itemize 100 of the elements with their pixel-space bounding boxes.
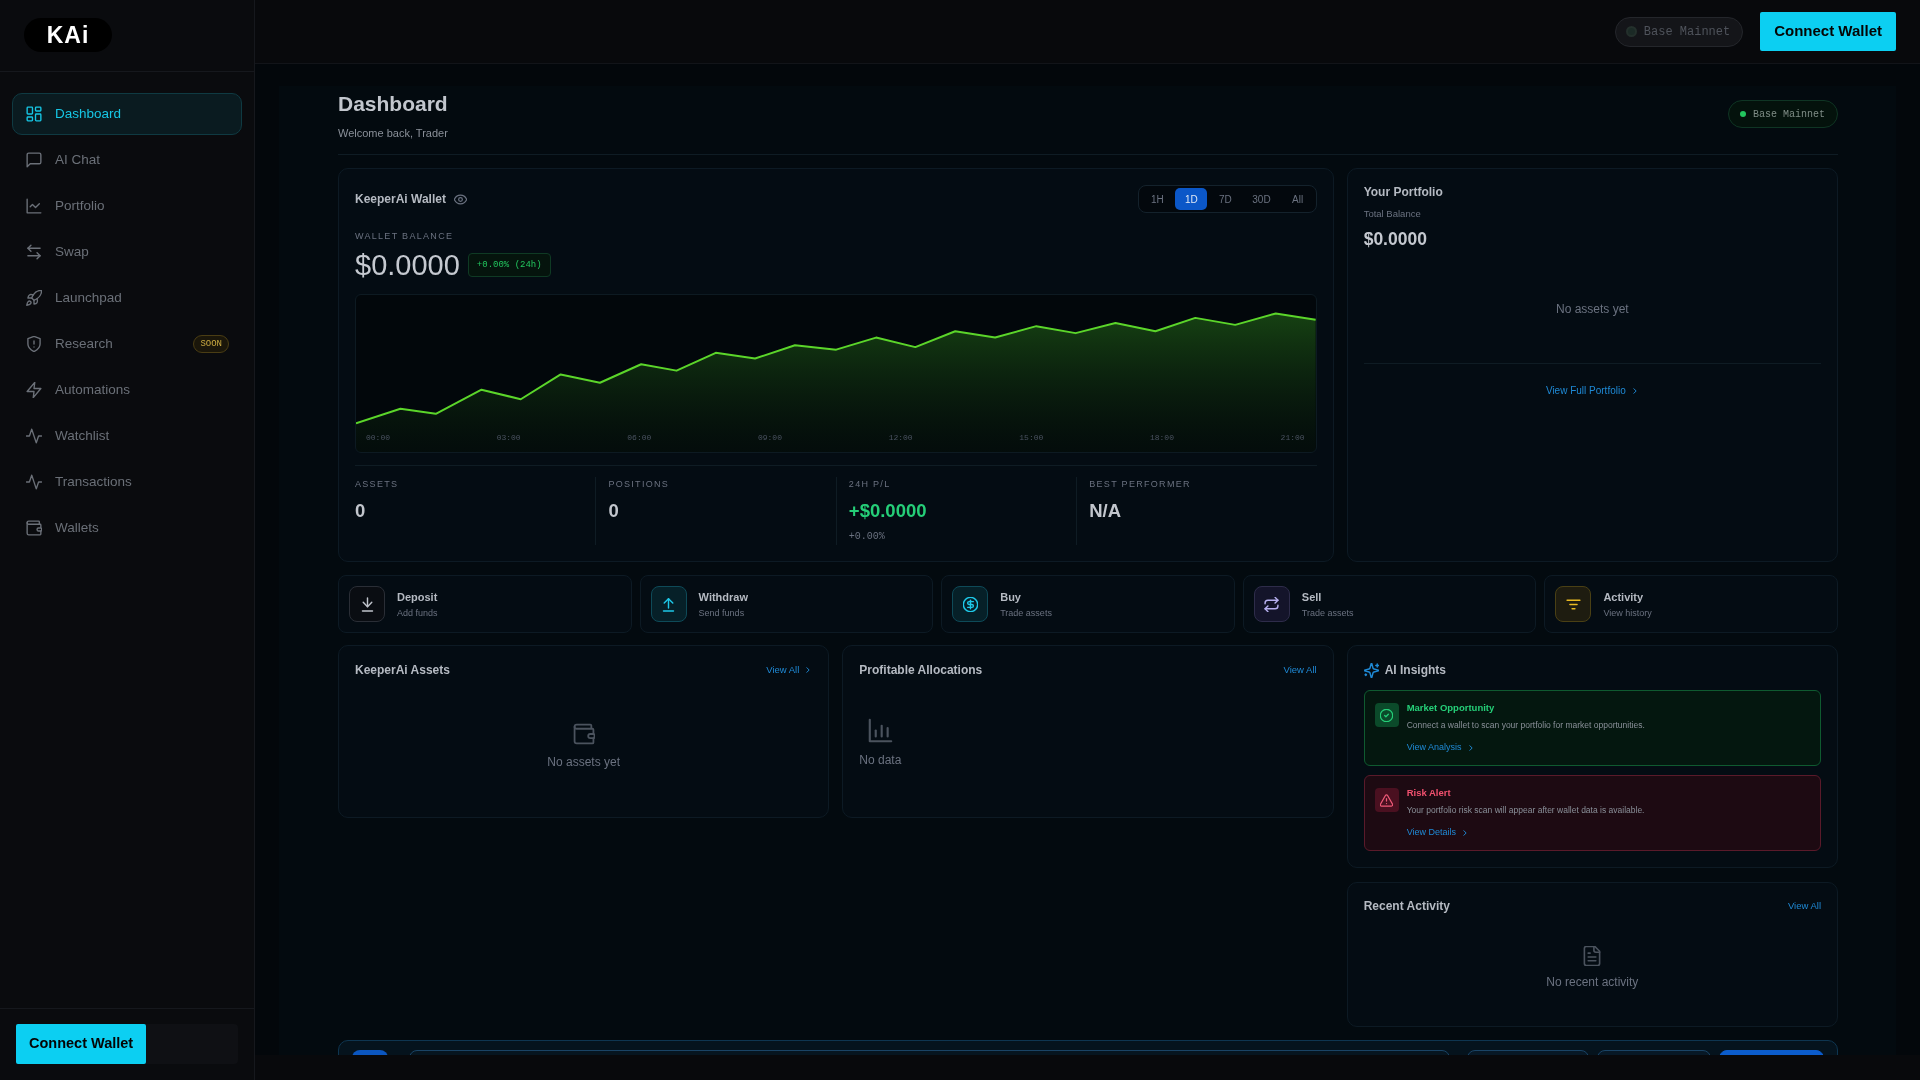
chevron-right-icon (1466, 743, 1475, 752)
lightning-icon (26, 382, 42, 398)
status-dot-icon (1740, 111, 1746, 117)
stat-value: N/A (1089, 499, 1123, 523)
action-subtitle: Trade assets (1301, 606, 1354, 619)
action-title: Withdraw (698, 589, 748, 604)
nav-item[interactable]: AI Chat (12, 139, 242, 181)
action-subtitle: View history (1603, 606, 1652, 619)
nav-item[interactable]: Transactions (12, 461, 242, 503)
insight-title: Market Opportunity (1406, 701, 1496, 715)
action-subtitle: Add funds (397, 606, 438, 619)
nav-item[interactable]: Swap (12, 231, 242, 273)
range-tab[interactable]: 7D (1209, 188, 1242, 210)
time-label: 12:00 (888, 432, 913, 444)
connect-wallet-button[interactable]: Connect Wallet (16, 1024, 147, 1064)
arrows-icon (26, 244, 42, 260)
range-tab[interactable]: All (1281, 188, 1314, 210)
range-tab[interactable]: 1H (1141, 188, 1174, 210)
nav-item[interactable]: Wallets (12, 507, 242, 549)
card-title: AI Insights (1384, 662, 1446, 679)
stat-label: BEST PERFORMER (1089, 478, 1192, 490)
view-all-link[interactable]: View All (1787, 899, 1821, 913)
time-label: 00:00 (366, 432, 390, 444)
eye-icon[interactable] (453, 192, 467, 206)
time-label: 15:00 (1019, 432, 1044, 444)
connect-wallet-button[interactable]: Connect Wallet (1760, 12, 1896, 51)
change-badge: +0.00% (24h) (467, 253, 551, 277)
nav-item[interactable]: Dashboard (12, 93, 242, 135)
view-all-link[interactable]: View All (1283, 663, 1317, 677)
action-title: Sell (1301, 589, 1323, 604)
action-card[interactable]: Buy Trade assets (941, 575, 1235, 633)
empty-message: No assets yet (1555, 302, 1629, 316)
empty-message: No data (859, 752, 902, 769)
action-card[interactable]: Withdraw Send funds (639, 575, 934, 633)
insight-link[interactable]: View Analysis (1406, 741, 1475, 754)
empty-message: No recent activity (1546, 974, 1639, 991)
card-title: KeeperAi Wallet (355, 191, 446, 208)
line-chart-icon (26, 198, 42, 214)
range-tab[interactable]: 30D (1243, 188, 1280, 210)
download-icon (349, 586, 385, 622)
network-name: Base Mainnet (1753, 107, 1825, 122)
stat-value: +$0.0000 (848, 499, 928, 523)
upload-icon (650, 586, 687, 622)
stat-change: +0.00% (848, 530, 886, 544)
nav-item[interactable]: Portfolio (12, 185, 242, 227)
card-title: Profitable Allocations (859, 662, 983, 679)
nav-item[interactable]: Automations (12, 369, 242, 411)
chevron-right-icon (804, 666, 813, 674)
bar-chart-icon (867, 718, 893, 743)
card-title: Recent Activity (1363, 898, 1450, 915)
stat-label: POSITIONS (608, 478, 671, 490)
sparkle-icon (1363, 662, 1379, 678)
balance-amount: $0.0000 (355, 248, 460, 283)
chevron-right-icon (1461, 828, 1469, 837)
stat-value: 0 (608, 499, 620, 523)
view-all-link[interactable]: View All (766, 663, 813, 677)
action-title: Buy (1000, 589, 1022, 604)
action-subtitle: Trade assets (1000, 606, 1052, 619)
logo: KAi (24, 18, 112, 52)
action-card[interactable]: Sell Trade assets (1242, 575, 1537, 633)
status-dot-icon (1625, 26, 1637, 37)
dollar-coin-icon (952, 586, 989, 622)
shield-icon (26, 336, 42, 352)
rocket-icon (26, 290, 42, 306)
card-title: KeeperAi Assets (355, 662, 450, 679)
action-title: Activity (1603, 589, 1645, 604)
stat-label: 24H P/L (848, 478, 892, 490)
feature-badge: SOON (193, 335, 229, 353)
wallet-icon (572, 723, 595, 745)
action-subtitle: Send funds (698, 606, 746, 619)
nav-item[interactable]: Watchlist (12, 415, 242, 457)
view-portfolio-link[interactable]: View Full Portfolio (1545, 384, 1639, 398)
balance-amount: $0.0000 (1363, 228, 1428, 251)
nav-item[interactable]: Launchpad (12, 277, 242, 319)
stat-value: 0 (355, 499, 367, 523)
network-name: Base Mainnet (1643, 23, 1731, 41)
grid-icon (26, 106, 42, 122)
insight-title: Risk Alert (1406, 786, 1452, 800)
chat-bubble-icon (26, 152, 42, 168)
time-label: 18:00 (1149, 432, 1174, 444)
document-icon (1582, 946, 1603, 966)
action-title: Deposit (397, 589, 438, 604)
page-title: Dashboard (338, 91, 448, 117)
range-tab[interactable]: 1D (1175, 188, 1208, 210)
nav-item[interactable]: Research SOON (12, 323, 242, 365)
swap-arrows-icon (1253, 586, 1290, 622)
filter-lines-icon (1555, 586, 1592, 622)
time-label: 03:00 (496, 432, 521, 444)
insight-text: Connect a wallet to scan your portfolio for market opportunities. (1406, 719, 1645, 732)
page-subtitle: Welcome back, Trader (338, 127, 448, 140)
action-card[interactable]: Activity View history (1544, 575, 1838, 633)
chevron-right-icon (1630, 387, 1639, 395)
wallet-icon (26, 520, 42, 536)
action-card[interactable]: Deposit Add funds (338, 575, 632, 633)
stat-label: ASSETS (355, 478, 400, 490)
time-label: 21:00 (1280, 432, 1305, 444)
card-title: Your Portfolio (1363, 184, 1444, 201)
insight-link[interactable]: View Details (1406, 826, 1469, 839)
pulse-icon (26, 428, 42, 444)
insight-text: Your portfolio risk scan will appear after wallet data is available. (1406, 804, 1645, 817)
